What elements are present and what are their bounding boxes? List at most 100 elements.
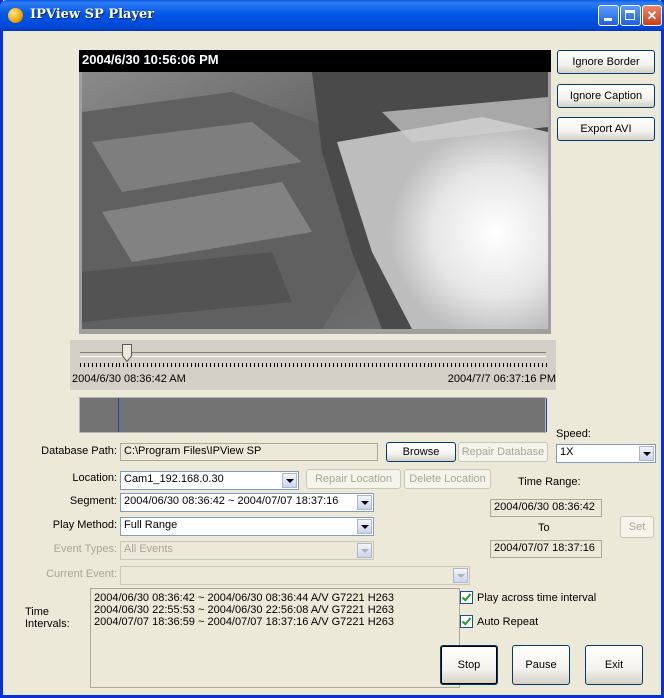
location-value: Cam1_192.168.0.30	[124, 473, 224, 485]
slider-tick	[420, 363, 421, 367]
list-item[interactable]: 2004/06/30 22:55:53 ~ 2004/06/30 22:56:0…	[94, 604, 459, 616]
slider-track[interactable]	[80, 352, 546, 357]
chevron-down-icon[interactable]	[357, 519, 372, 534]
slider-tick	[191, 363, 192, 367]
slider-tick	[139, 363, 140, 367]
slider-tick	[281, 363, 282, 367]
app-icon	[8, 8, 23, 23]
time-intervals-list[interactable]: 2004/06/30 08:36:42 ~ 2004/06/30 08:36:4…	[90, 588, 460, 688]
play-across-checkbox[interactable]	[460, 591, 473, 604]
time-intervals-label-2: Intervals:	[25, 618, 70, 630]
repair-location-button[interactable]: Repair Location	[306, 469, 401, 489]
auto-repeat-checkbox[interactable]	[460, 615, 473, 628]
slider-tick	[270, 363, 271, 367]
slider-tick	[297, 363, 298, 367]
ignore-caption-button[interactable]: Ignore Caption	[557, 84, 655, 108]
play-across-label[interactable]: Play across time interval	[477, 592, 596, 604]
event-timeline[interactable]	[79, 397, 547, 433]
slider-tick	[179, 363, 180, 367]
slider-tick	[206, 363, 207, 367]
event-types-select[interactable]: All Events	[120, 541, 374, 560]
slider-tick	[439, 363, 440, 367]
playback-slider[interactable]: 2004/6/30 08:36:42 AM 2004/7/7 06:37:16 …	[70, 340, 556, 390]
slider-tick	[534, 363, 535, 367]
slider-tick	[226, 363, 227, 367]
repair-database-button[interactable]: Repair Database	[458, 442, 548, 462]
speed-select[interactable]: 1X	[556, 444, 656, 463]
export-avi-button[interactable]: Export AVI	[557, 117, 655, 141]
slider-tick	[349, 363, 350, 367]
slider-tick	[262, 363, 263, 367]
slider-tick	[443, 363, 444, 367]
slider-tick	[412, 363, 413, 367]
slider-tick	[258, 363, 259, 367]
pause-button[interactable]: Pause	[512, 645, 570, 685]
slider-tick	[424, 363, 425, 367]
slider-tick	[88, 363, 89, 367]
stop-button[interactable]: Stop	[440, 645, 498, 685]
location-select[interactable]: Cam1_192.168.0.30	[120, 471, 299, 490]
chevron-down-icon[interactable]	[357, 495, 372, 510]
delete-location-button[interactable]: Delete Location	[404, 469, 491, 489]
slider-tick	[471, 363, 472, 367]
slider-tick	[542, 363, 543, 367]
slider-tick	[467, 363, 468, 367]
minimize-button[interactable]	[598, 5, 619, 26]
chevron-down-icon[interactable]	[453, 568, 468, 583]
slider-tick	[455, 363, 456, 367]
current-event-select[interactable]	[120, 566, 470, 585]
slider-tick	[195, 363, 196, 367]
set-button[interactable]: Set	[620, 516, 654, 538]
slider-thumb[interactable]	[121, 344, 132, 362]
slider-tick	[163, 363, 164, 367]
slider-tick	[242, 363, 243, 367]
slider-tick	[92, 363, 93, 367]
slider-tick	[372, 363, 373, 367]
event-types-value: All Events	[124, 543, 173, 555]
list-item[interactable]: 2004/07/07 18:36:59 ~ 2004/07/07 18:37:1…	[94, 616, 459, 628]
slider-tick	[491, 363, 492, 367]
play-method-label: Play Method:	[52, 519, 117, 531]
slider-end-label: 2004/7/7 06:37:16 PM	[447, 373, 556, 385]
segment-select[interactable]: 2004/06/30 08:36:42 ~ 2004/07/07 18:37:1…	[120, 493, 374, 512]
slider-tick	[171, 363, 172, 367]
title-bar[interactable]: IPView SP Player ✕	[0, 0, 664, 31]
auto-repeat-label[interactable]: Auto Repeat	[477, 616, 538, 628]
chevron-down-icon[interactable]	[357, 543, 372, 558]
slider-start-label: 2004/6/30 08:36:42 AM	[72, 373, 186, 385]
slider-tick	[112, 363, 113, 367]
slider-tick	[321, 363, 322, 367]
play-method-select[interactable]: Full Range	[120, 517, 374, 536]
chevron-down-icon[interactable]	[639, 446, 654, 461]
slider-tick	[238, 363, 239, 367]
slider-tick	[408, 363, 409, 367]
chevron-down-icon[interactable]	[282, 473, 297, 488]
slider-tick	[364, 363, 365, 367]
close-button[interactable]: ✕	[642, 5, 662, 26]
slider-tick	[131, 363, 132, 367]
slider-tick	[277, 363, 278, 367]
exit-button[interactable]: Exit	[585, 645, 643, 685]
slider-tick	[538, 363, 539, 367]
speed-value: 1X	[560, 446, 574, 458]
slider-tick	[234, 363, 235, 367]
slider-tick	[293, 363, 294, 367]
timeline-marker	[118, 398, 119, 432]
slider-tick	[483, 363, 484, 367]
ignore-border-button[interactable]: Ignore Border	[557, 50, 655, 74]
maximize-button[interactable]	[620, 5, 641, 26]
slider-tick	[522, 363, 523, 367]
slider-tick	[151, 363, 152, 367]
slider-tick	[187, 363, 188, 367]
video-frame[interactable]	[82, 72, 548, 329]
slider-tick	[159, 363, 160, 367]
slider-tick	[530, 363, 531, 367]
player-window: IPView SP Player ✕ 2004/6/30 10:56:06 PM	[0, 0, 664, 698]
slider-tick	[104, 363, 105, 367]
slider-tick	[404, 363, 405, 367]
slider-tick	[222, 363, 223, 367]
list-item[interactable]: 2004/06/30 08:36:42 ~ 2004/06/30 08:36:4…	[94, 592, 459, 604]
segment-label: Segment:	[69, 495, 117, 507]
slider-tick	[356, 363, 357, 367]
browse-button[interactable]: Browse	[386, 442, 456, 462]
